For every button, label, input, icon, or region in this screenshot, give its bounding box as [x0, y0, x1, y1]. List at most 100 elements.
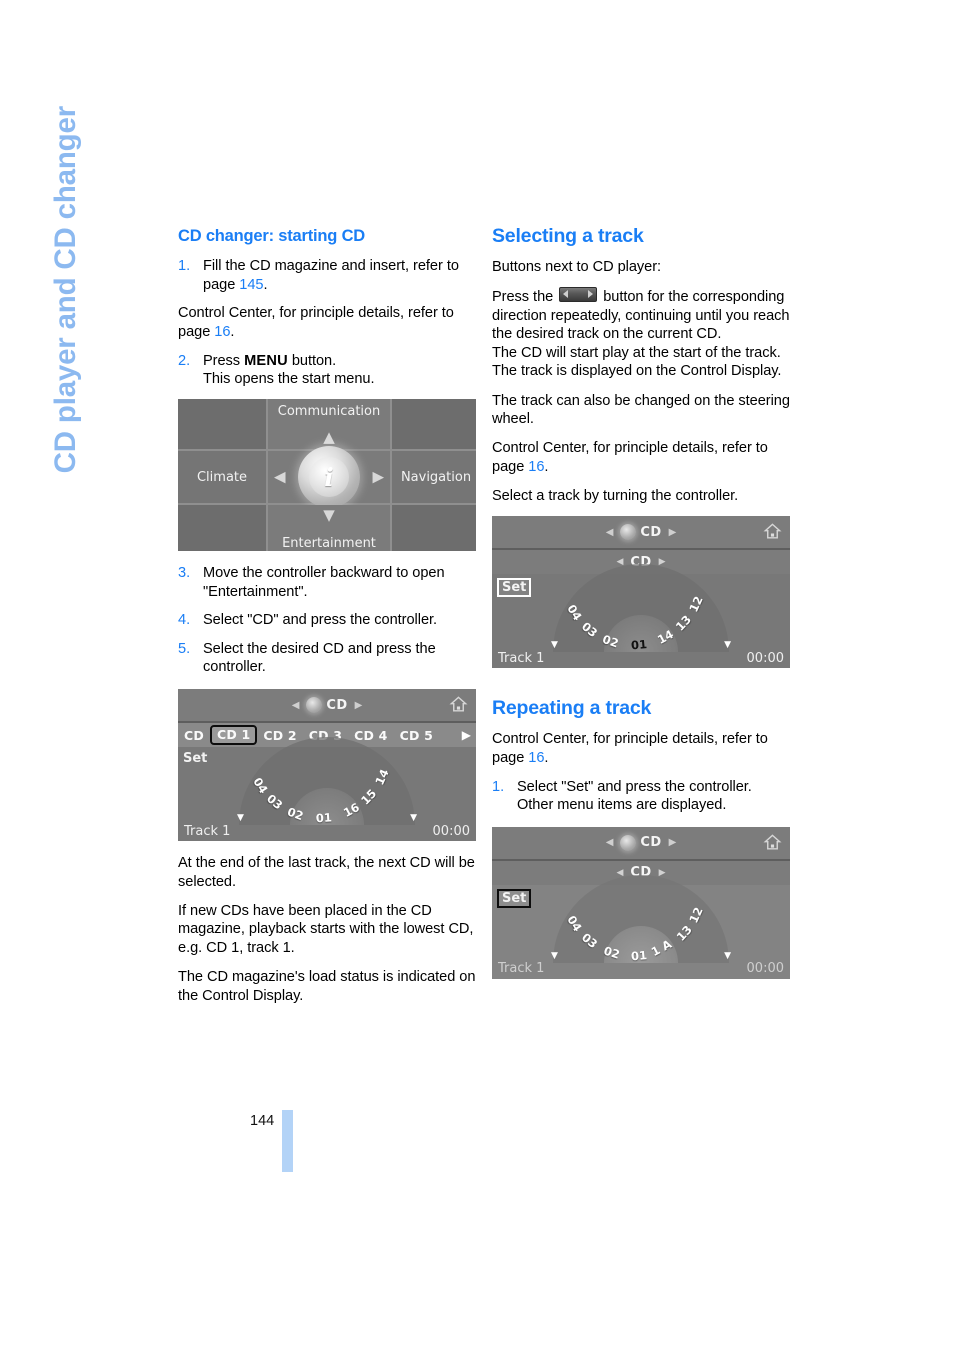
step-text: Select "Set" and press the controller. — [517, 778, 752, 795]
step-text-end: . — [263, 276, 268, 293]
step-text: Move the controller backward to open "En… — [203, 565, 445, 600]
menu-cell-empty-tr — [392, 399, 476, 450]
chevron-left-icon: ◀ — [605, 837, 614, 849]
menu-cell-navigation[interactable]: Navigation — [392, 451, 476, 504]
step-text: Select "CD" and press the controller. — [203, 612, 438, 629]
chevron-right-icon: ▶ — [354, 699, 363, 711]
section-heading-cd-changer: CD changer: starting CD — [178, 227, 366, 245]
paragraph-end-of-track: At the end of the last track, the next C… — [178, 855, 475, 890]
paragraph-line2: The CD will start play at the start of t… — [492, 344, 781, 361]
step-text-end: button. — [287, 352, 337, 369]
controller-orb-icon: i — [298, 446, 360, 509]
step-1-repeat: 1. Select "Set" and press the controller.… — [492, 778, 802, 815]
paragraph-text-end: . — [544, 458, 549, 475]
screenshot-track-select: ◀ CD ▶ ◀ CD ▶ Set 12 13 14 01 02 03 04 ▼… — [492, 516, 802, 669]
cd-display-set: ◀ CD ▶ ◀ CD ▶ Set 12 13 1 A 01 02 03 04 … — [492, 826, 790, 979]
step-subtext: Other menu items are displayed. — [517, 797, 727, 814]
set-label[interactable]: Set — [497, 578, 532, 598]
cd-stage: Set 12 13 14 01 02 03 04 ▼ ▼ Track 1 00:… — [492, 564, 790, 669]
track-arc[interactable]: 14 15 16 01 02 03 04 ▼ ▼ — [237, 737, 417, 825]
screenshot-track-set: ◀ CD ▶ ◀ CD ▶ Set 12 13 1 A 01 02 03 04 … — [492, 826, 802, 979]
paragraph-load-status: The CD magazine's load status is indicat… — [178, 969, 476, 1004]
step-number: 3. — [178, 565, 191, 582]
display-title: CD — [640, 524, 662, 540]
left-column: CD changer: starting CD 1. Fill the CD ma… — [178, 225, 488, 1016]
triangle-right-icon — [588, 290, 594, 299]
menu-button-label: MENU — [244, 352, 288, 369]
set-label-selected[interactable]: Set — [497, 888, 532, 908]
menu-label-communication: Communication — [277, 404, 381, 420]
menu-cell-empty-bl — [178, 505, 266, 552]
step-number: 4. — [178, 612, 191, 629]
menu-cell-center[interactable]: ◀ ▶ i — [268, 446, 390, 509]
cd-tab-more-arrow-icon[interactable]: ▶ — [462, 728, 471, 742]
status-time: 00:00 — [746, 650, 784, 666]
menu-label-climate: Climate — [196, 469, 248, 485]
paragraph-new-cds: If new CDs have been placed in the CD ma… — [178, 902, 474, 956]
cd-statusbar: Track 1 00:00 — [178, 821, 476, 841]
step-number: 1. — [178, 258, 191, 274]
display-topbar: ◀ CD ▶ — [178, 689, 476, 724]
paragraph-steering-wheel: The track can also be changed on the ste… — [492, 392, 790, 428]
start-menu-grid: Communication ▲ Climate ◀ ▶ i Navigation… — [178, 399, 476, 552]
step-subtext: This opens the start menu. — [203, 371, 375, 388]
paragraph-control-center-repeat: Control Center, for principle details, r… — [492, 730, 802, 767]
paragraph-buttons: Buttons next to CD player: — [492, 259, 662, 275]
paragraph-text-end: . — [544, 749, 549, 766]
menu-label-entertainment: Entertainment — [282, 536, 376, 552]
steps-list-repeat: 1. Select "Set" and press the controller.… — [492, 778, 802, 815]
menu-cell-climate[interactable]: Climate — [178, 451, 266, 504]
disc-icon — [620, 834, 637, 851]
step-2: 2. Press MENU button. This opens the star… — [178, 352, 488, 389]
cd-display: ◀ CD ▶ CD CD 1 CD 2 CD 3 CD 4 CD 5 ▶ Set… — [178, 689, 476, 842]
page-reference-16[interactable]: 16 — [214, 324, 230, 340]
set-label[interactable]: Set — [183, 751, 207, 766]
arrow-right-icon: ▶ — [372, 467, 384, 486]
paragraph-line3: The track is displayed on the Control Di… — [492, 363, 782, 380]
page-marker-bar — [282, 1110, 293, 1172]
track-arc[interactable]: 12 13 1 A 01 02 03 04 ▼ ▼ — [551, 874, 731, 963]
paragraph-press-button: Press the button for the corresponding d… — [492, 287, 802, 381]
screenshot-cd-select: ◀ CD ▶ CD CD 1 CD 2 CD 3 CD 4 CD 5 ▶ Set… — [178, 689, 488, 842]
step-4: 4. Select "CD" and press the controller. — [178, 611, 488, 630]
arrow-up-icon: ▲ — [323, 428, 335, 447]
chevron-right-icon: ▶ — [668, 837, 677, 849]
steps-list-select-cd: 3. Move the controller backward to open "… — [178, 564, 488, 677]
screenshot-start-menu: Communication ▲ Climate ◀ ▶ i Navigation… — [178, 399, 488, 552]
step-3: 3. Move the controller backward to open "… — [178, 564, 488, 601]
cd-stage: Set 14 15 16 01 02 03 04 ▼ ▼ Track 1 00:… — [178, 737, 476, 842]
step-1: 1. Fill the CD magazine and insert, refer… — [178, 257, 488, 294]
chapter-tab: CD player and CD changer — [49, 106, 82, 474]
page-reference-145[interactable]: 145 — [239, 277, 263, 293]
chevron-right-icon: ▶ — [668, 526, 677, 538]
paragraph-text: Press the — [492, 289, 558, 306]
home-icon[interactable] — [763, 833, 782, 852]
track-arc[interactable]: 12 13 14 01 02 03 04 ▼ ▼ — [551, 564, 731, 652]
manual-page: CD player and CD changer CD changer: sta… — [0, 0, 954, 1351]
status-time: 00:00 — [746, 961, 784, 977]
triangle-left-icon — [563, 290, 569, 299]
menu-cell-entertainment[interactable]: ▼ Entertainment — [268, 505, 390, 552]
status-track: Track 1 — [184, 823, 231, 839]
home-icon[interactable] — [449, 695, 468, 714]
page-reference-16[interactable]: 16 — [528, 750, 544, 766]
steps-list-start-cd: 1. Fill the CD magazine and insert, refer… — [178, 257, 488, 294]
chevron-left-icon: ◀ — [605, 526, 614, 538]
cd-display-track-select: ◀ CD ▶ ◀ CD ▶ Set 12 13 14 01 02 03 04 ▼… — [492, 516, 790, 669]
paragraph-select-turning: Select a track by turning the controller… — [492, 487, 739, 504]
chevron-left-icon: ◀ — [291, 699, 300, 711]
status-track: Track 1 — [498, 650, 545, 666]
cd-stage: Set 12 13 1 A 01 02 03 04 ▼ ▼ Track 1 00… — [492, 874, 790, 979]
cd-statusbar: Track 1 00:00 — [492, 648, 790, 668]
menu-cell-communication[interactable]: Communication ▲ — [268, 399, 390, 450]
paragraph-control-center-right: Control Center, for principle details, r… — [492, 439, 802, 476]
status-track: Track 1 — [498, 961, 545, 977]
display-topbar: ◀ CD ▶ — [492, 516, 790, 551]
home-icon[interactable] — [763, 522, 782, 541]
section-heading-repeating-track: Repeating a track — [492, 697, 652, 720]
cd-tab-cd[interactable]: CD — [178, 728, 210, 743]
menu-label-navigation: Navigation — [400, 469, 472, 485]
page-reference-16[interactable]: 16 — [528, 459, 544, 475]
menu-cell-empty-br — [392, 505, 476, 552]
steps-list-menu: 2. Press MENU button. This opens the star… — [178, 352, 488, 389]
